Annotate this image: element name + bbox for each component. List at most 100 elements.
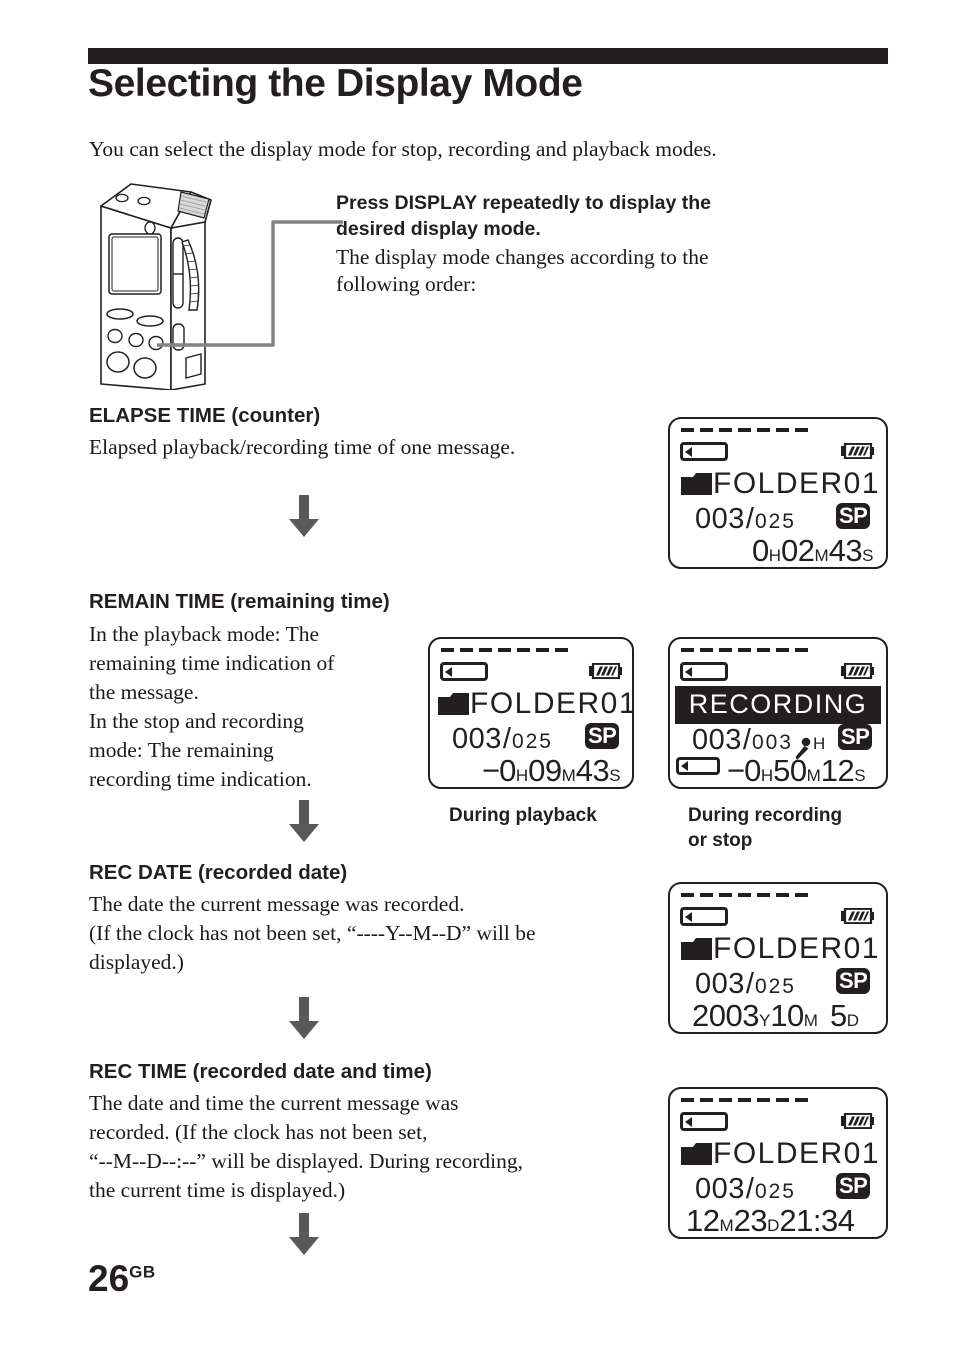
lcd-folder-name: FOLDER01 — [713, 467, 881, 500]
lcd-message-counter-row: 003 / 025 — [452, 723, 553, 756]
lcd-time-hours-unit: H — [760, 766, 774, 785]
battery-icon — [841, 1113, 874, 1129]
lcd-folder-name: FOLDER01 — [713, 932, 881, 965]
lcd-time-hours: 0 — [752, 533, 769, 568]
lcd-message-separator: / — [745, 503, 754, 535]
section-body-elapse-time: Elapsed playback/recording time of one m… — [89, 435, 516, 459]
folder-icon — [438, 693, 469, 715]
ic-recorder-illustration — [93, 178, 243, 390]
lcd-time-minutes-unit: M — [806, 766, 821, 785]
lcd-status-box-icon — [680, 1112, 728, 1131]
lcd-message-current: 003 — [452, 723, 502, 755]
lcd-time-minutes-unit: M — [814, 546, 829, 565]
lcd-message-separator: / — [742, 724, 751, 756]
lcd-display-remain-recording: RECORDING 003 / 003 H SP − 0 H 50 M 12 S — [668, 637, 888, 789]
folder-icon — [681, 473, 712, 495]
rec-date-body-line-1: The date the current message was recorde… — [89, 892, 465, 916]
section-heading-elapse-time: ELAPSE TIME (counter) — [89, 404, 321, 427]
lcd-mode-badge-sp: SP — [585, 723, 620, 749]
lcd-message-total: 025 — [754, 510, 796, 533]
lcd-caption-during-playback: During playback — [449, 805, 597, 826]
lcd-folder-row: FOLDER01 — [681, 469, 880, 499]
rec-time-body-line-2: recorded. (If the clock has not been set… — [89, 1120, 428, 1144]
lcd-dash-indicator — [681, 428, 808, 432]
lcd-time-row: − 0 H 50 M 12 S — [727, 753, 866, 789]
lcd-folder-row: FOLDER01 — [681, 1139, 880, 1169]
lcd-message-total: 025 — [511, 730, 553, 753]
page-number-value: 26 — [88, 1258, 130, 1299]
section-heading-rec-time: REC TIME (recorded date and time) — [89, 1060, 432, 1083]
section-heading-remain-time: REMAIN TIME (remaining time) — [89, 590, 390, 613]
rec-time-body-line-3: “--M--D--:--” will be displayed. During … — [89, 1149, 524, 1173]
lcd-time-hours: 0 — [744, 753, 761, 788]
battery-icon — [841, 663, 874, 679]
page-title: Selecting the Display Mode — [88, 62, 583, 105]
section-body-rec-date: The date the current message was recorde… — [89, 890, 669, 977]
lcd-status-box-icon — [680, 442, 728, 461]
lcd-status-box-icon — [680, 662, 728, 681]
lcd-dash-indicator — [441, 648, 568, 652]
callout-bold-line-2: desired display mode. — [336, 218, 541, 240]
lcd-time-hours-unit: H — [515, 766, 529, 785]
lcd-datetime-day: 23 — [733, 1203, 768, 1238]
lcd-caption-during-recording: During recording or stop — [688, 803, 878, 853]
lcd-display-rec-date: FOLDER01 003 / 025 SP 2003 Y 10 M 5 D — [668, 882, 888, 1034]
flow-arrow-2 — [286, 800, 322, 844]
lcd-date-year: 2003 — [692, 998, 759, 1033]
remain-body-line-1: In the playback mode: The — [89, 622, 320, 646]
lcd-folder-name: FOLDER01 — [713, 1137, 881, 1170]
lcd-datetime-day-unit: D — [767, 1216, 780, 1235]
flow-arrow-3 — [286, 997, 322, 1041]
lcd-date-day-unit: D — [846, 1011, 859, 1030]
section-body-remain-time: In the playback mode: The remaining time… — [89, 620, 419, 794]
lcd-date-year-unit: Y — [758, 1011, 771, 1030]
lcd-mode-badge-sp: SP — [838, 724, 873, 750]
lcd-display-elapse-time: FOLDER01 003 / 025 SP 0 H 02 M 43 S — [668, 417, 888, 569]
lcd-message-current: 003 — [695, 968, 745, 1000]
lcd-datetime-row: 12 M 23 D 21:34 — [686, 1203, 855, 1239]
lcd-datetime-month: 12 — [686, 1203, 720, 1238]
lcd-date-month: 10 — [770, 998, 804, 1033]
lcd-time-seconds-unit: S — [862, 546, 874, 565]
section-body-rec-time: The date and time the current message wa… — [89, 1089, 669, 1205]
lcd-dash-indicator — [681, 648, 808, 652]
lcd-caption-line-1: During recording — [688, 805, 843, 826]
lcd-message-current: 003 — [692, 724, 742, 756]
lcd-time-minus-sign: − — [727, 753, 745, 788]
lcd-folder-row: FOLDER01 — [438, 689, 637, 719]
callout-normal-line-1: The display mode changes according to th… — [336, 245, 709, 269]
callout-bold-line-1: Press DISPLAY repeatedly to display the — [336, 192, 711, 214]
page-number-suffix: GB — [129, 1262, 156, 1282]
lcd-time-seconds-unit: S — [854, 766, 866, 785]
lcd-time-minus-sign: − — [482, 753, 500, 788]
callout-normal-line-2: following order: — [336, 272, 477, 296]
lcd-time-minutes: 50 — [773, 753, 807, 788]
lcd-datetime-month-unit: M — [719, 1216, 734, 1235]
lcd-message-separator: / — [745, 968, 754, 1000]
lcd-dash-indicator — [681, 1098, 808, 1102]
rec-time-body-line-1: The date and time the current message wa… — [89, 1091, 459, 1115]
lcd-date-month-unit: M — [803, 1011, 818, 1030]
lcd-time-seconds: 12 — [820, 753, 855, 788]
flow-arrow-1 — [286, 495, 322, 539]
lcd-date-row: 2003 Y 10 M 5 D — [692, 998, 859, 1034]
lcd-message-separator: / — [745, 1173, 754, 1205]
lcd-time-seconds: 43 — [828, 533, 863, 568]
remain-body-line-6: recording time indication. — [89, 767, 312, 791]
lcd-time-minutes: 09 — [528, 753, 562, 788]
rec-time-body-line-4: the current time is displayed.) — [89, 1178, 346, 1202]
remain-body-line-5: mode: The remaining — [89, 738, 274, 762]
intro-paragraph: You can select the display mode for stop… — [89, 137, 717, 161]
lcd-datetime-clock: 21:34 — [779, 1203, 855, 1238]
section-heading-rec-date: REC DATE (recorded date) — [89, 861, 348, 884]
lcd-time-seconds-unit: S — [609, 766, 621, 785]
callout-text-block: Press DISPLAY repeatedly to display the … — [336, 190, 796, 298]
page-number: 26GB — [88, 1258, 156, 1300]
lcd-time-row: 0 H 02 M 43 S — [752, 533, 874, 569]
lcd-time-seconds: 43 — [575, 753, 610, 788]
lcd-message-total: 025 — [754, 1180, 796, 1203]
lcd-message-counter-row: 003 / 025 — [695, 503, 796, 536]
lcd-status-box-icon — [440, 662, 488, 681]
remain-body-line-4: In the stop and recording — [89, 709, 304, 733]
lcd-time-minutes-unit: M — [561, 766, 576, 785]
